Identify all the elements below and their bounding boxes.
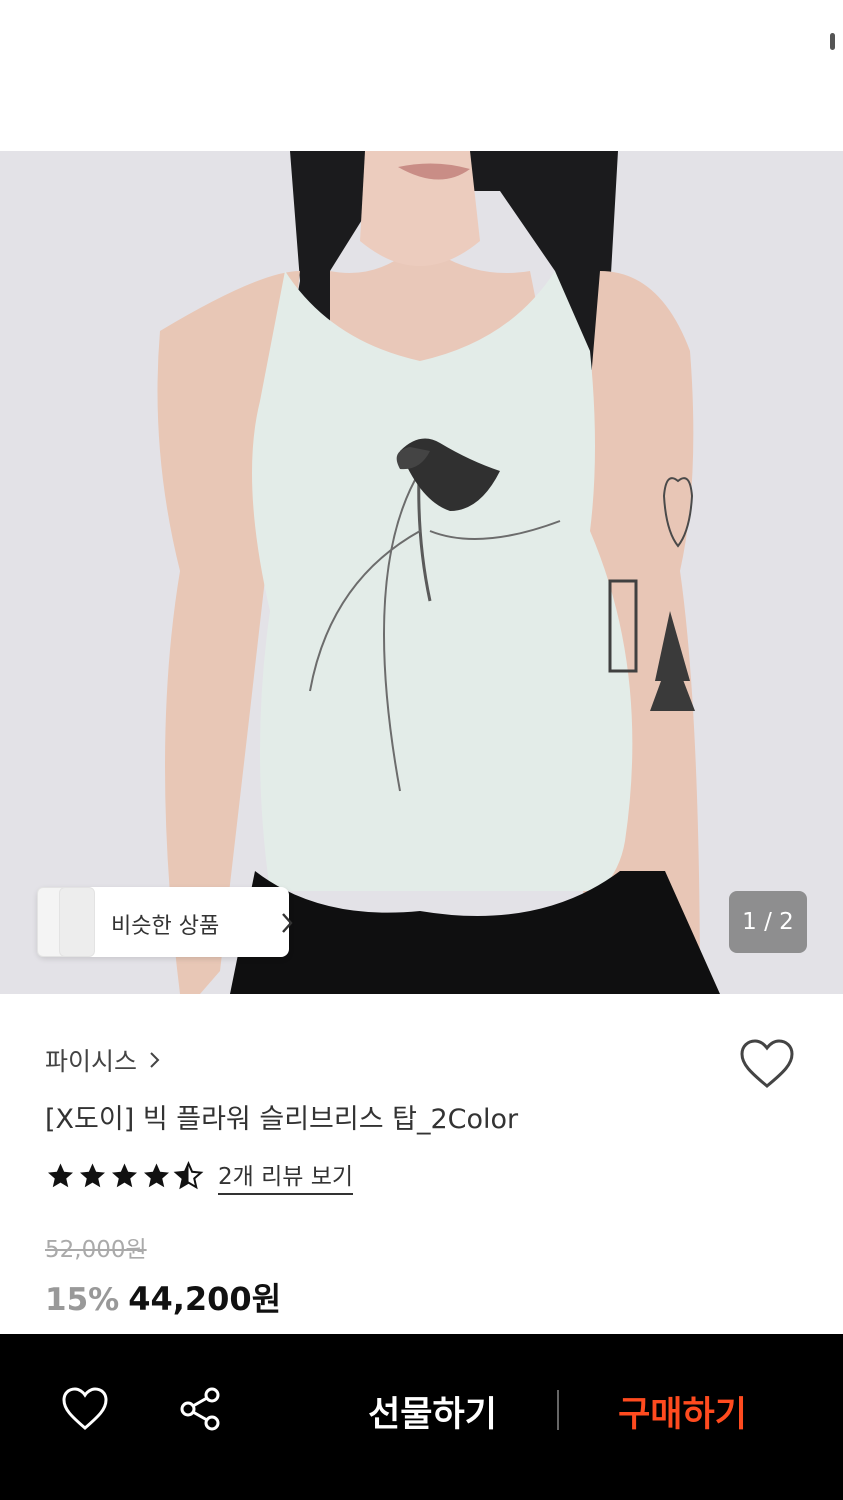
price-row: 15% 44,200원 — [45, 1274, 281, 1320]
star-icon — [80, 1163, 105, 1188]
brand-link[interactable]: 파이시스 — [45, 1042, 160, 1078]
similar-thumbnails — [37, 887, 97, 957]
chevron-right-icon — [149, 1046, 160, 1075]
product-info: 파이시스 [X도이] 빅 플라워 슬리브리스 탑_2Color 2개 리뷰 보기… — [0, 994, 843, 1334]
product-image[interactable] — [0, 151, 843, 994]
similar-products-label: 비슷한 상품 — [111, 914, 220, 939]
rating-row: 2개 리뷰 보기 — [45, 1157, 354, 1195]
share-button[interactable] — [178, 1386, 224, 1432]
buy-button[interactable]: 구매하기 — [590, 1386, 775, 1436]
heart-icon — [62, 1387, 108, 1430]
star-icon — [48, 1163, 73, 1188]
heart-icon — [740, 1039, 794, 1088]
share-icon — [180, 1387, 220, 1431]
review-link[interactable]: 2개 리뷰 보기 — [218, 1157, 354, 1195]
sale-price: 44,200원 — [128, 1280, 282, 1318]
bottom-action-bar: 선물하기 구매하기 — [0, 1334, 843, 1500]
thumbnail-card — [59, 887, 95, 957]
top-bar — [0, 0, 843, 151]
star-icon — [144, 1163, 169, 1188]
wishlist-button[interactable] — [738, 1038, 796, 1090]
scroll-indicator[interactable] — [830, 33, 835, 50]
star-icon — [112, 1163, 137, 1188]
gift-button[interactable]: 선물하기 — [340, 1386, 525, 1436]
product-photo — [0, 151, 843, 994]
star-rating — [45, 1161, 204, 1191]
brand-name: 파이시스 — [45, 1047, 138, 1076]
pager-text: 1 / 2 — [742, 909, 794, 935]
divider — [557, 1390, 559, 1430]
product-title: [X도이] 빅 플라워 슬리브리스 탑_2Color — [45, 1104, 519, 1135]
discount-rate: 15% — [45, 1282, 120, 1318]
wishlist-bottom-button[interactable] — [60, 1386, 110, 1432]
original-price: 52,000원 — [45, 1237, 147, 1263]
star-half-icon — [173, 1161, 204, 1190]
similar-products-button[interactable]: 비슷한 상품 — [37, 887, 293, 957]
chevron-right-icon — [280, 912, 294, 938]
image-pager-badge: 1 / 2 — [729, 891, 807, 953]
